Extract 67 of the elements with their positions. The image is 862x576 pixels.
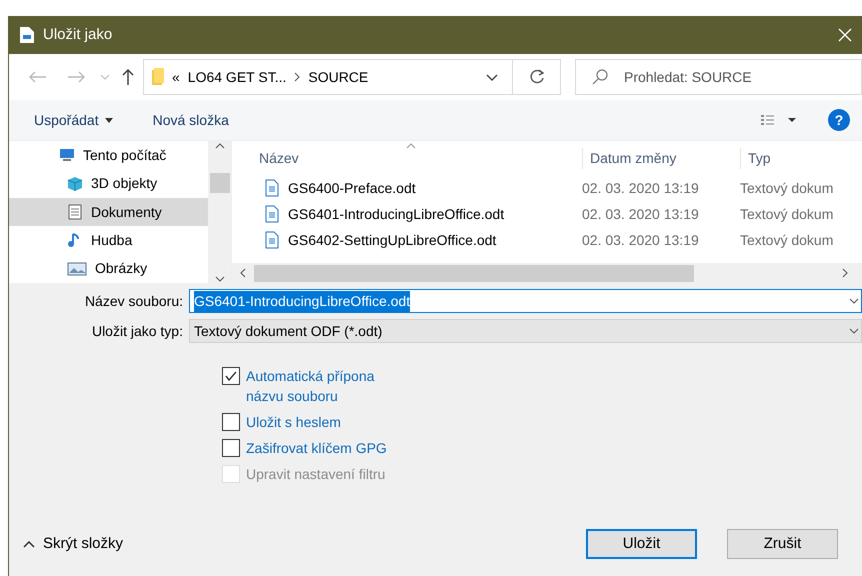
organize-menu[interactable]: Uspořádat	[34, 110, 113, 130]
checkmark-icon	[225, 371, 237, 381]
chevron-right-icon	[294, 72, 300, 82]
close-icon[interactable]	[838, 28, 852, 42]
type-cell-text: Textový dokum	[740, 204, 834, 224]
new-folder-button[interactable]: Nová složka	[152, 110, 229, 130]
breadcrumb-item[interactable]: SOURCE	[308, 66, 368, 88]
type-cell-text: Textový dokum	[740, 230, 834, 250]
column-header[interactable]: Datum změny	[582, 148, 740, 168]
column-header[interactable]: Typ	[740, 148, 860, 168]
chevron-down-icon	[849, 328, 859, 334]
cube-icon	[67, 176, 83, 192]
breadcrumb-overflow[interactable]: «	[172, 66, 180, 88]
file-type-field[interactable]: Textový dokument ODF (*.odt)	[189, 319, 862, 343]
checkbox-label[interactable]: Uložit s heslem	[246, 412, 341, 432]
date-cell-text: 02. 03. 2020 13:19	[582, 178, 700, 198]
search-icon	[592, 69, 608, 85]
picture-icon	[67, 260, 87, 277]
file-name[interactable]: GS6401-IntroducingLibreOffice.odt	[288, 204, 504, 224]
checkbox-label[interactable]: Automatická přípona názvu souboru	[246, 366, 374, 406]
sidebar-item[interactable]: 3D objekty	[9, 169, 208, 198]
chevron-right-icon[interactable]	[842, 268, 848, 278]
sidebar-item[interactable]: Tento počítač	[9, 141, 208, 170]
search-field[interactable]: Prohledat: SOURCE	[575, 59, 862, 95]
sidebar-item[interactable]: Dokumenty	[9, 198, 208, 226]
sidebar-item[interactable]: Obrázky	[9, 254, 208, 284]
document-icon	[264, 179, 280, 197]
chevron-down-icon[interactable]	[486, 74, 498, 80]
hide-folders-button[interactable]: Skrýt složky	[23, 532, 124, 556]
document-icon	[19, 26, 35, 44]
chevron-down-icon[interactable]	[214, 276, 224, 282]
chevron-left-icon[interactable]	[240, 268, 246, 278]
folder-icon	[152, 68, 164, 86]
file-type-label: Uložit jako typ:	[90, 322, 184, 341]
sort-indicator-icon	[406, 143, 416, 149]
file-name-label: Název souboru:	[84, 292, 184, 310]
checkbox[interactable]	[222, 439, 240, 457]
file-name-field[interactable]: GS6401-IntroducingLibreOffice.odt	[189, 289, 862, 313]
date-cell-text: 02. 03. 2020 13:19	[582, 230, 700, 250]
document-icon	[67, 204, 83, 220]
view-options-icon[interactable]	[760, 113, 796, 127]
scrollbar-thumb[interactable]	[254, 265, 694, 282]
chevron-up-icon[interactable]	[214, 143, 224, 149]
document-icon	[264, 231, 280, 249]
window-title: Uložit jako	[43, 24, 112, 45]
help-button[interactable]: ?	[828, 109, 850, 131]
scrollbar-thumb[interactable]	[210, 172, 230, 192]
dialog-button[interactable]: Zrušit	[727, 529, 838, 559]
file-name[interactable]: GS6400-Preface.odt	[288, 178, 416, 198]
dialog-button[interactable]: Uložit	[586, 529, 697, 559]
sidebar-item[interactable]: Hudba	[9, 226, 208, 255]
type-cell-text: Textový dokum	[740, 178, 834, 198]
file-name[interactable]: GS6402-SettingUpLibreOffice.odt	[288, 230, 496, 250]
date-cell-text: 02. 03. 2020 13:19	[582, 204, 700, 224]
breadcrumb-item[interactable]: LO64 GET ST...	[188, 66, 286, 88]
up-arrow-icon[interactable]	[122, 69, 134, 85]
checkbox[interactable]	[222, 367, 240, 385]
document-icon	[264, 205, 280, 223]
caret-icon	[104, 118, 113, 122]
chevron-up-icon	[23, 540, 35, 548]
chevron-down-icon	[849, 298, 859, 304]
checkbox-label: Upravit nastavení filtru	[246, 465, 386, 484]
computer-icon	[59, 147, 75, 164]
checkbox[interactable]	[222, 413, 240, 431]
column-header[interactable]: Název	[232, 148, 582, 168]
refresh-icon[interactable]	[528, 69, 544, 85]
checkbox-label[interactable]: Zašifrovat klíčem GPG	[246, 438, 387, 458]
